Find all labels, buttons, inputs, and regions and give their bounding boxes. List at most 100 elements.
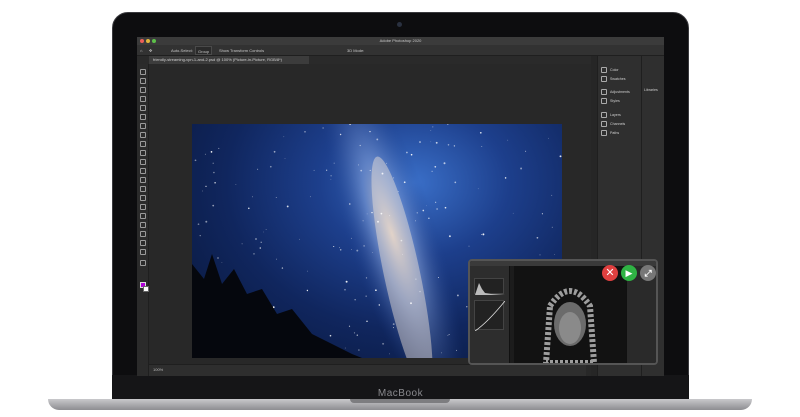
channels-icon <box>601 121 607 128</box>
pip-play-button[interactable]: ▶ <box>621 265 637 281</box>
document-tab[interactable]: friendly-streaming-vpn-1-and-2.psd @ 100… <box>149 56 309 64</box>
pip-panels <box>470 266 510 363</box>
star <box>353 332 356 334</box>
eyedropper-tool-icon[interactable] <box>140 123 146 129</box>
star <box>378 304 381 306</box>
star <box>507 139 509 141</box>
star <box>477 188 479 190</box>
star <box>241 243 243 245</box>
star <box>329 334 332 337</box>
star <box>286 205 289 208</box>
star <box>344 288 346 291</box>
gradient-tool-icon[interactable] <box>140 177 146 183</box>
star <box>306 289 309 292</box>
star <box>356 334 359 336</box>
star <box>199 235 201 237</box>
star <box>525 150 527 152</box>
panel-layers[interactable]: Layers <box>601 111 621 119</box>
swatches-icon <box>601 76 607 83</box>
quick-select-tool-icon[interactable] <box>140 96 146 102</box>
clone-stamp-tool-icon[interactable] <box>140 150 146 156</box>
home-icon[interactable]: ⌂ <box>140 46 142 55</box>
star <box>548 137 549 139</box>
panel-color[interactable]: Color <box>601 66 619 74</box>
star <box>366 320 368 322</box>
paths-icon <box>601 130 607 137</box>
pip-expand-button[interactable]: ⤢ <box>640 265 656 281</box>
panel-adjustments[interactable]: Adjustments <box>601 88 630 96</box>
star <box>389 215 391 217</box>
pip-close-button[interactable]: ✕ <box>602 265 618 281</box>
hand-tool-icon[interactable] <box>140 240 146 246</box>
star <box>454 181 457 184</box>
star <box>326 169 328 171</box>
star <box>554 254 555 255</box>
star <box>333 245 335 248</box>
lasso-tool-icon[interactable] <box>140 87 146 93</box>
move-tool-icon[interactable] <box>140 69 146 75</box>
star <box>372 252 374 253</box>
star <box>330 178 332 180</box>
history-brush-tool-icon[interactable] <box>140 159 146 165</box>
rectangle-tool-icon[interactable] <box>140 231 146 237</box>
marquee-tool-icon[interactable] <box>140 78 146 84</box>
star <box>309 196 311 198</box>
star <box>438 277 440 278</box>
star <box>381 172 384 175</box>
panel-libraries[interactable]: Libraries <box>644 88 658 92</box>
star <box>194 159 197 162</box>
dodge-tool-icon[interactable] <box>140 195 146 201</box>
star <box>539 254 541 256</box>
move-tool-icon[interactable]: ✥ <box>149 46 152 55</box>
star <box>369 169 371 171</box>
blur-tool-icon[interactable] <box>140 186 146 192</box>
star <box>356 249 359 252</box>
auto-select-checkbox[interactable]: Auto-Select: <box>171 46 193 55</box>
star <box>453 145 456 147</box>
star <box>397 191 399 193</box>
star <box>330 175 332 177</box>
path-selection-tool-icon[interactable] <box>140 222 146 228</box>
star <box>426 205 427 207</box>
more-tools-icon[interactable] <box>140 260 146 266</box>
star <box>248 207 250 210</box>
star <box>365 295 367 297</box>
star <box>251 196 253 198</box>
show-transform-checkbox[interactable]: Show Transform Controls <box>219 46 264 55</box>
crop-tool-icon[interactable] <box>140 105 146 111</box>
star <box>380 212 383 215</box>
zoom-tool-icon[interactable] <box>140 249 146 255</box>
star <box>371 211 373 214</box>
eraser-tool-icon[interactable] <box>140 168 146 174</box>
star <box>339 247 341 249</box>
star <box>354 299 356 301</box>
star <box>359 144 361 147</box>
star <box>482 233 485 236</box>
star <box>428 217 430 219</box>
app-title: Adobe Photoshop 2020 <box>379 38 422 43</box>
auto-select-dropdown[interactable]: Group <box>195 46 213 55</box>
panel-paths[interactable]: Paths <box>601 129 619 137</box>
type-tool-icon[interactable] <box>140 213 146 219</box>
star <box>221 262 223 263</box>
camera-icon <box>397 22 402 27</box>
zoom-level[interactable]: 100% <box>153 367 163 372</box>
star <box>403 181 406 184</box>
star <box>345 280 348 283</box>
frame-tool-icon[interactable] <box>140 114 146 120</box>
panel-channels[interactable]: Channels <box>601 120 625 128</box>
brush-tool-icon[interactable] <box>140 141 146 147</box>
panel-styles[interactable]: Styles <box>601 97 620 105</box>
pen-tool-icon[interactable] <box>140 204 146 210</box>
layers-icon <box>601 112 607 119</box>
tools-panel <box>137 64 149 376</box>
star <box>299 238 300 240</box>
star <box>520 167 523 170</box>
healing-brush-tool-icon[interactable] <box>140 132 146 138</box>
star <box>304 131 306 133</box>
panel-swatches[interactable]: Swatches <box>601 75 626 83</box>
star <box>197 223 200 226</box>
star <box>536 236 539 239</box>
picture-in-picture-window[interactable]: ✕ ▶ ⤢ <box>468 259 658 365</box>
star <box>235 184 237 185</box>
